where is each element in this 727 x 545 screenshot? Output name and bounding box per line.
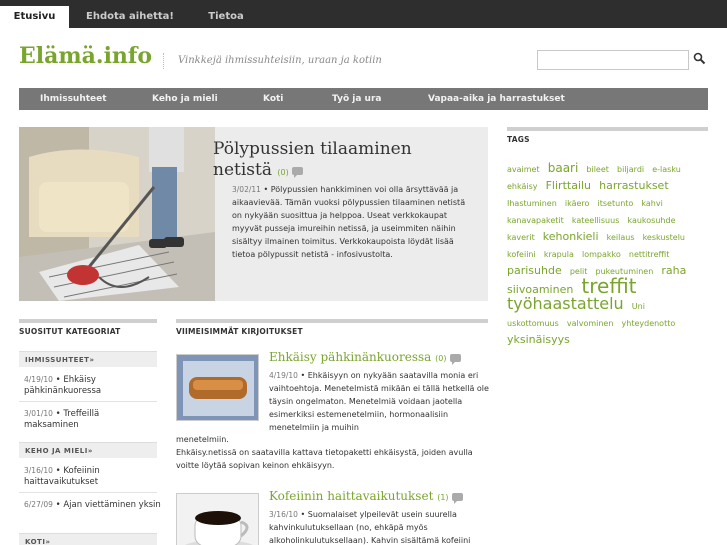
tag-link[interactable]: Flirttailu [546,179,591,192]
tag-link[interactable]: Ihastuminen [507,199,557,208]
tag-link[interactable]: lompakko [582,250,621,259]
tag-link[interactable]: ikäero [565,199,590,208]
post-thumbnail[interactable] [176,354,259,421]
post-extra-text: Ehkäisy.netissä on saatavilla kattava ti… [176,448,473,470]
nav-item-keho-ja-mieli[interactable]: Keho ja mieli [152,88,218,110]
post-date: 3/16/10 [269,510,298,519]
tags-heading: TAGS [507,127,708,147]
tag-link[interactable]: avaimet [507,165,540,174]
tag-link[interactable]: kahvi [641,199,662,208]
featured-image[interactable] [19,127,215,301]
sidebar-link-label[interactable]: Ajan viettäminen yksin [63,500,160,510]
tag-link[interactable]: valvominen [567,319,614,328]
post-text: Ehkäisyyn on nykyään saatavilla monia er… [269,371,489,432]
tag-link[interactable]: kaverit [507,233,535,242]
sidebar-group-keho-ja-mieli[interactable]: KEHO JA MIELI» [19,442,157,458]
sidebar-link[interactable]: 3/01/10 • Treffeillä maksaminen [24,408,156,431]
tag-link[interactable]: ehkäisy [507,182,538,191]
post-excerpt: 4/19/10 • Ehkäisyyn on nykyään saatavill… [269,371,489,432]
tag-link[interactable]: uskottomuus [507,319,559,328]
tag-link[interactable]: biljardi [617,165,644,174]
post-excerpt-tail: menetelmiin. [176,435,229,444]
top-navigation-bar: Etusivu Ehdota aihetta! Tietoa [0,0,727,28]
tag-link[interactable]: kofeiini [507,250,536,259]
tab-tietoa[interactable]: Tietoa [196,6,256,28]
tag-link[interactable]: yksinäisyys [507,333,570,346]
tab-ehdota-aihetta[interactable]: Ehdota aihetta! [80,6,180,28]
tag-link[interactable]: baari [548,161,579,175]
featured-excerpt: 3/02/11 • Pölypussien hankkiminen voi ol… [232,185,466,259]
nav-item-tyo-ja-ura[interactable]: Työ ja ura [332,88,381,110]
sidebar-link[interactable]: 3/16/10 • Kofeiinin haittavaikutukset [24,465,156,488]
tag-link[interactable]: raha [661,264,686,277]
featured-title[interactable]: Pölypussien tilaaminen netistä [213,139,412,180]
comment-bubble-icon[interactable] [291,166,303,178]
tag-link[interactable]: keilaus [607,233,635,242]
tag-link[interactable]: työhaastattelu [507,294,624,313]
post-thumbnail[interactable] [176,493,259,545]
comment-bubble-icon[interactable] [451,492,463,504]
tag-link[interactable]: parisuhde [507,264,562,277]
sidebar-heading: SUOSITUT KATEGORIAT [19,319,157,339]
post-title[interactable]: Ehkäisy pähkinänkuoressa [269,350,431,364]
post-text: Suomalaiset ylpeilevät usein suurella ka… [269,510,471,545]
post-comment-count[interactable]: (0) [435,354,446,363]
tag-link[interactable]: nettitreffit [629,250,670,259]
tag-link[interactable]: yhteydenotto [622,319,676,328]
tag-link[interactable]: e-lasku [652,165,681,174]
tag-link[interactable]: bileet [586,165,609,174]
tag-link[interactable]: kanavapaketit [507,216,564,225]
nav-item-vapaa-aika[interactable]: Vapaa-aika ja harrastukset [428,88,565,110]
tag-link[interactable]: krapula [544,250,574,259]
sidebar-link-date: 3/01/10 [24,409,53,418]
tag-link[interactable]: keskustelu [643,233,685,242]
nav-item-ihmissuhteet[interactable]: Ihmissuhteet [40,88,107,110]
nav-item-koti[interactable]: Koti [263,88,283,110]
tag-link[interactable]: harrastukset [599,179,669,192]
tag-link[interactable]: kateellisuus [572,216,620,225]
featured-comment-count[interactable]: (0) [277,168,288,177]
featured-date: 3/02/11 [232,185,261,194]
comment-bubble-icon[interactable] [449,353,461,365]
divider [19,401,157,402]
sidebar-group-koti[interactable]: KOTI» [19,533,157,545]
site-tagline: Vinkkejä ihmissuhteisiin, uraan ja kotii… [163,53,382,69]
tag-link[interactable]: Uni [632,302,645,311]
sidebar-link-date: 4/19/10 [24,375,53,384]
tag-link[interactable]: kaukosuhde [627,216,675,225]
search-input[interactable] [537,50,689,70]
sidebar-group-ihmissuhteet[interactable]: IHMISSUHTEET» [19,351,157,367]
sidebar-link-date: 3/16/10 [24,466,53,475]
tag-link[interactable]: itsetunto [598,199,634,208]
post-title[interactable]: Kofeiinin haittavaikutukset [269,489,433,503]
divider [19,492,157,493]
category-navigation: Ihmissuhteet Keho ja mieli Koti Työ ja u… [19,88,708,110]
tag-link[interactable]: kehonkieli [543,230,599,243]
search-icon[interactable] [692,51,708,67]
post-comment-count[interactable]: (1) [437,493,448,502]
post-title-block: Kofeiinin haittavaikutukset (1) [269,489,463,504]
tab-etusivu[interactable]: Etusivu [0,6,69,28]
site-logo[interactable]: Elämä.info [19,43,152,69]
featured-text: Pölypussien hankkiminen voi olla ärsyttä… [232,185,466,259]
tag-cloud: avaimet baari bileet biljardi e-lasku eh… [507,160,707,347]
sidebar-link[interactable]: 6/27/09 • Ajan viettäminen yksin [24,499,162,511]
post-date: 4/19/10 [269,371,298,380]
post-title-block: Ehkäisy pähkinänkuoressa (0) [269,350,461,365]
featured-title-block: Pölypussien tilaaminen netistä (0) [213,139,468,183]
recent-posts-heading: VIIMEISIMMÄT KIRJOITUKSET [176,319,488,339]
post-excerpt: 3/16/10 • Suomalaiset ylpeilevät usein s… [269,510,471,545]
sidebar-link[interactable]: 4/19/10 • Ehkäisy pähkinänkuoressa [24,374,156,397]
sidebar-link-date: 6/27/09 [24,500,53,509]
